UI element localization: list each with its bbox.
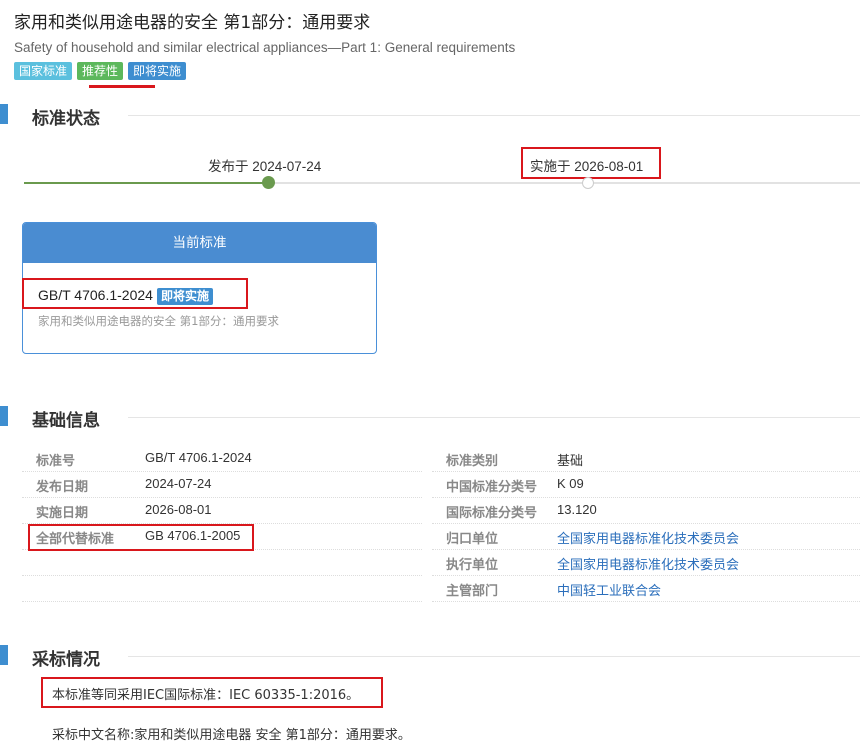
info-value: K 09 bbox=[557, 476, 584, 491]
card-header: 当前标准 bbox=[23, 223, 376, 263]
info-value: 13.120 bbox=[557, 502, 597, 517]
section-marker bbox=[0, 104, 8, 124]
info-row: 国际标准分类号 13.120 bbox=[432, 498, 860, 524]
info-value: 2026-08-01 bbox=[145, 502, 212, 517]
info-label: 主管部门 bbox=[446, 584, 499, 599]
info-row: 中国标准分类号 K 09 bbox=[432, 472, 860, 498]
highlight-box-code bbox=[22, 278, 248, 309]
highlight-box-effective bbox=[521, 147, 661, 179]
info-row: 执行单位 全国家用电器标准化技术委员会 bbox=[432, 550, 860, 576]
info-link[interactable]: 中国轻工业联合会 bbox=[557, 580, 661, 599]
info-row: 归口单位 全国家用电器标准化技术委员会 bbox=[432, 524, 860, 550]
card-description: 家用和类似用途电器的安全 第1部分：通用要求 bbox=[38, 314, 279, 328]
info-label: 发布日期 bbox=[36, 480, 89, 495]
info-row: 标准号 GB/T 4706.1-2024 bbox=[22, 446, 422, 472]
info-row-empty bbox=[22, 576, 422, 602]
section-divider bbox=[128, 417, 860, 418]
timeline-dot-effective bbox=[582, 177, 594, 189]
section-marker bbox=[0, 406, 8, 426]
info-row: 发布日期 2024-07-24 bbox=[22, 472, 422, 498]
highlight-box-adopt bbox=[41, 677, 383, 708]
info-link[interactable]: 全国家用电器标准化技术委员会 bbox=[557, 528, 739, 547]
highlight-box-replaced bbox=[28, 524, 254, 551]
section-marker bbox=[0, 645, 8, 665]
section-title-adopt: 采标情况 bbox=[32, 650, 100, 670]
info-value: 基础 bbox=[557, 453, 584, 468]
info-row-empty bbox=[22, 550, 422, 576]
page-title: 家用和类似用途电器的安全 第1部分：通用要求 bbox=[14, 13, 371, 33]
info-label: 中国标准分类号 bbox=[446, 480, 538, 495]
section-divider bbox=[128, 115, 860, 116]
page-subtitle-en: Safety of household and similar electric… bbox=[14, 40, 516, 55]
info-label: 归口单位 bbox=[446, 532, 499, 547]
info-row: 实施日期 2026-08-01 bbox=[22, 498, 422, 524]
info-value: 2024-07-24 bbox=[145, 476, 212, 491]
timeline-published-label: 发布于 2024-07-24 bbox=[208, 159, 322, 174]
info-row: 主管部门 中国轻工业联合会 bbox=[432, 576, 860, 602]
section-title-basic: 基础信息 bbox=[32, 411, 100, 431]
info-label: 标准类别 bbox=[446, 454, 499, 469]
section-title-status: 标准状态 bbox=[32, 109, 100, 129]
tag-recommended[interactable]: 推荐性 bbox=[77, 62, 124, 80]
info-label: 实施日期 bbox=[36, 506, 89, 521]
timeline-track bbox=[268, 182, 860, 184]
info-link[interactable]: 全国家用电器标准化技术委员会 bbox=[557, 554, 739, 573]
tag-national-standard[interactable]: 国家标准 bbox=[14, 62, 73, 80]
info-label: 标准号 bbox=[36, 454, 76, 469]
info-label: 执行单位 bbox=[446, 558, 499, 573]
timeline-progress bbox=[24, 182, 268, 184]
timeline-dot-published bbox=[262, 176, 275, 189]
section-divider bbox=[128, 656, 860, 657]
adopt-cn-name: 采标中文名称:家用和类似用途电器 安全 第1部分：通用要求。 bbox=[52, 728, 411, 743]
tag-list: 国家标准 推荐性 即将实施 bbox=[14, 62, 187, 80]
info-value: GB/T 4706.1-2024 bbox=[145, 450, 252, 465]
tag-upcoming[interactable]: 即将实施 bbox=[128, 62, 187, 80]
info-label: 国际标准分类号 bbox=[446, 506, 538, 521]
info-row: 标准类别 基础 bbox=[432, 446, 860, 472]
highlight-underline bbox=[89, 85, 155, 88]
